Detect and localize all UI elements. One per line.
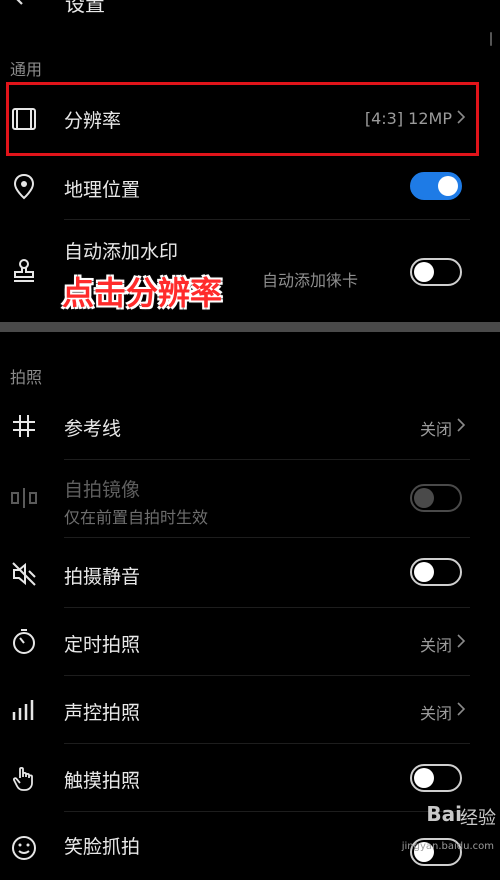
toggle-knob	[414, 768, 434, 788]
highlight-box	[6, 82, 479, 156]
mute-label: 拍摄静音	[64, 566, 141, 588]
watermark-toggle[interactable]	[410, 258, 462, 286]
gridlines-value: 关闭	[419, 420, 452, 439]
mute-toggle[interactable]	[410, 558, 462, 586]
watermark-label: 自动添加水印	[64, 241, 179, 263]
watermark-subtitle: 自动添加徕卡	[262, 271, 359, 290]
setting-gridlines[interactable]: 参考线 关闭	[0, 392, 500, 460]
baidu-watermark: Bai 经验 jingyan.baidu.com	[402, 792, 500, 860]
voice-value: 关闭	[419, 704, 452, 723]
chevron-right-icon	[457, 418, 466, 432]
speaker-mute-icon	[12, 562, 36, 586]
location-label: 地理位置	[64, 179, 141, 201]
scroll-indicator	[490, 32, 492, 46]
grid-hash-icon	[13, 415, 35, 437]
location-toggle[interactable]	[410, 172, 462, 200]
stamp-icon	[14, 259, 34, 282]
smile-icon	[12, 836, 36, 860]
location-pin-icon	[13, 173, 35, 200]
watermark-url: jingyan.baidu.com	[401, 841, 494, 852]
section-title-photo: 拍照	[10, 368, 43, 387]
back-arrow-icon[interactable]	[10, 0, 28, 6]
row-divider	[64, 537, 470, 538]
setting-timer[interactable]: 定时拍照 关闭	[0, 608, 500, 676]
timer-icon	[13, 629, 35, 654]
setting-mirror: 自拍镜像 仅在前置自拍时生效	[0, 460, 500, 538]
mirror-toggle[interactable]	[410, 484, 462, 512]
mirror-subtitle: 仅在前置自拍时生效	[64, 508, 209, 527]
top-bar: 设置	[0, 0, 500, 40]
toggle-knob	[414, 562, 434, 582]
mirror-label: 自拍镜像	[64, 479, 141, 501]
chevron-right-icon	[457, 702, 466, 716]
section-title-general: 通用	[10, 60, 43, 79]
setting-mute[interactable]: 拍摄静音	[0, 540, 500, 608]
chevron-right-icon	[457, 634, 466, 648]
watermark-brand: Bai	[426, 802, 462, 826]
page-title: 设置	[65, 0, 105, 16]
row-divider	[64, 219, 470, 220]
setting-location[interactable]: 地理位置	[0, 152, 500, 220]
annotation-text: 点击分辨率	[62, 274, 223, 312]
watermark-text: 经验	[460, 808, 496, 829]
smile-label: 笑脸抓拍	[64, 836, 141, 858]
voice-bars-icon	[12, 700, 34, 720]
hand-touch-icon	[13, 766, 33, 791]
section-separator	[0, 322, 500, 332]
timer-label: 定时拍照	[64, 634, 141, 656]
voice-label: 声控拍照	[64, 702, 141, 724]
toggle-knob	[414, 262, 434, 282]
touch-label: 触摸拍照	[64, 770, 141, 792]
mirror-icon	[11, 488, 37, 508]
timer-value: 关闭	[419, 636, 452, 655]
toggle-knob	[438, 176, 458, 196]
setting-voice[interactable]: 声控拍照 关闭	[0, 676, 500, 744]
gridlines-label: 参考线	[64, 418, 122, 440]
touch-toggle[interactable]	[410, 764, 462, 792]
toggle-knob	[414, 488, 434, 508]
